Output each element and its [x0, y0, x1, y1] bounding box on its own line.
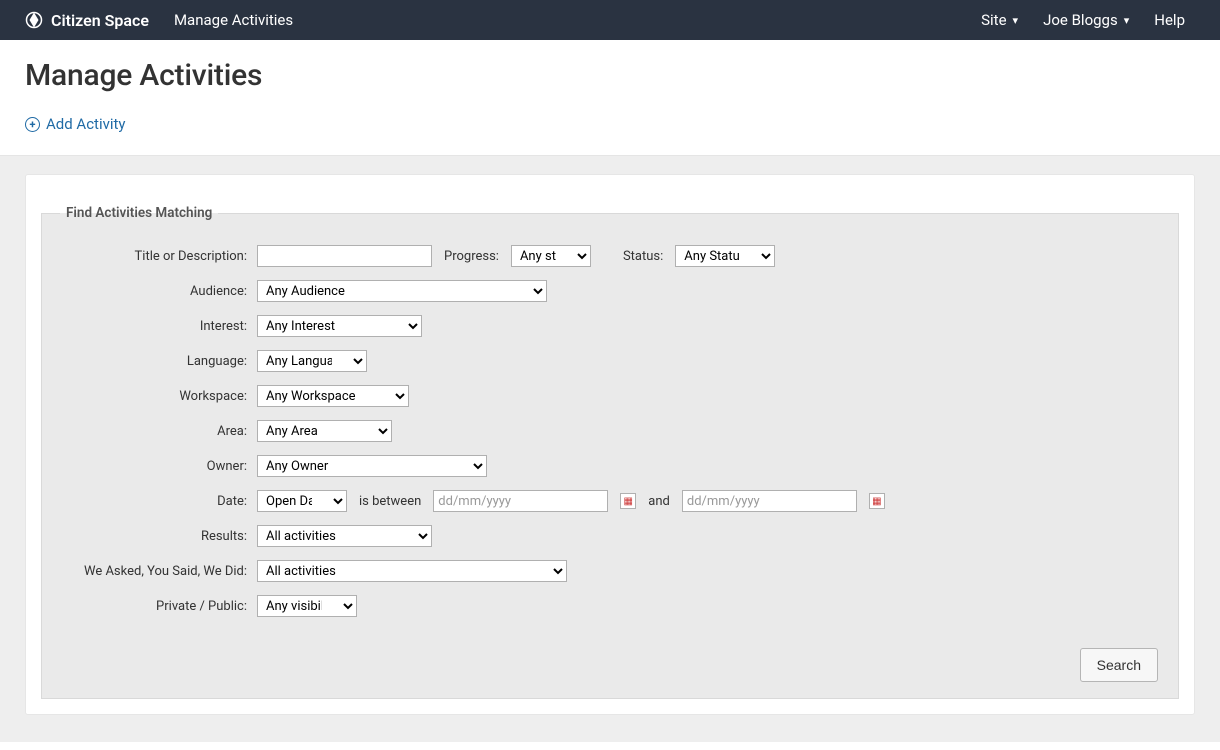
brand-link[interactable]: Citizen Space: [25, 11, 149, 30]
title-description-input[interactable]: [257, 245, 432, 267]
calendar-icon[interactable]: ▦: [620, 493, 636, 509]
user-menu-label: Joe Bloggs: [1043, 11, 1118, 29]
nav-manage-activities[interactable]: Manage Activities: [174, 11, 293, 29]
topbar: Citizen Space Manage Activities Site ▾ J…: [0, 0, 1220, 40]
page-title: Manage Activities: [25, 58, 1195, 93]
label-status: Status:: [623, 249, 663, 264]
row-date: Date: Open Date is between ▦ and ▦: [62, 490, 1158, 512]
language-select[interactable]: Any Language: [257, 350, 367, 372]
label-progress: Progress:: [444, 249, 499, 264]
date-from-input[interactable]: [433, 490, 608, 512]
filter-legend: Find Activities Matching: [60, 205, 218, 221]
row-results: Results: All activities: [62, 525, 1158, 547]
label-weasked: We Asked, You Said, We Did:: [62, 564, 257, 579]
row-area: Area: Any Area: [62, 420, 1158, 442]
add-activity-label: Add Activity: [46, 115, 126, 133]
filter-fieldset: Find Activities Matching Title or Descri…: [41, 205, 1179, 699]
user-menu[interactable]: Joe Bloggs ▾: [1043, 11, 1129, 29]
status-select[interactable]: Any Status: [675, 245, 775, 267]
row-weasked: We Asked, You Said, We Did: All activiti…: [62, 560, 1158, 582]
visibility-select[interactable]: Any visibility: [257, 595, 357, 617]
site-menu-label: Site: [981, 11, 1006, 29]
topbar-right: Site ▾ Joe Bloggs ▾ Help: [981, 11, 1210, 29]
content: Find Activities Matching Title or Descri…: [0, 156, 1220, 742]
row-audience: Audience: Any Audience: [62, 280, 1158, 302]
filter-rows: Title or Description: Progress: Any stat…: [56, 233, 1164, 684]
filter-panel: Find Activities Matching Title or Descri…: [25, 174, 1195, 715]
calendar-icon[interactable]: ▦: [869, 493, 885, 509]
label-date-between: is between: [359, 494, 421, 509]
row-visibility: Private / Public: Any visibility: [62, 595, 1158, 617]
label-date: Date:: [62, 494, 257, 509]
results-select[interactable]: All activities: [257, 525, 432, 547]
plus-circle-icon: +: [25, 117, 40, 132]
owner-select[interactable]: Any Owner: [257, 455, 487, 477]
row-owner: Owner: Any Owner: [62, 455, 1158, 477]
label-workspace: Workspace:: [62, 389, 257, 404]
label-area: Area:: [62, 424, 257, 439]
date-kind-select[interactable]: Open Date: [257, 490, 347, 512]
label-results: Results:: [62, 529, 257, 544]
label-date-and: and: [648, 494, 670, 509]
chevron-down-icon: ▾: [1124, 15, 1130, 26]
row-title-desc: Title or Description: Progress: Any stat…: [62, 245, 1158, 267]
label-audience: Audience:: [62, 284, 257, 299]
label-interest: Interest:: [62, 319, 257, 334]
row-workspace: Workspace: Any Workspace: [62, 385, 1158, 407]
header-area: Manage Activities + Add Activity: [0, 40, 1220, 156]
row-language: Language: Any Language: [62, 350, 1158, 372]
help-link[interactable]: Help: [1154, 11, 1185, 29]
label-language: Language:: [62, 354, 257, 369]
brand-text: Citizen Space: [51, 11, 149, 30]
date-to-input[interactable]: [682, 490, 857, 512]
brand-icon: [25, 11, 43, 29]
site-menu[interactable]: Site ▾: [981, 11, 1018, 29]
topbar-left: Citizen Space Manage Activities: [25, 11, 293, 30]
search-row: Search: [62, 630, 1158, 682]
label-title-desc: Title or Description:: [62, 249, 257, 264]
interest-select[interactable]: Any Interest: [257, 315, 422, 337]
progress-select[interactable]: Any state: [511, 245, 591, 267]
row-interest: Interest: Any Interest: [62, 315, 1158, 337]
area-select[interactable]: Any Area: [257, 420, 392, 442]
weasked-select[interactable]: All activities: [257, 560, 567, 582]
audience-select[interactable]: Any Audience: [257, 280, 547, 302]
label-visibility: Private / Public:: [62, 599, 257, 614]
label-owner: Owner:: [62, 459, 257, 474]
chevron-down-icon: ▾: [1013, 15, 1019, 26]
add-activity-link[interactable]: + Add Activity: [25, 115, 126, 133]
search-button[interactable]: Search: [1080, 648, 1158, 682]
workspace-select[interactable]: Any Workspace: [257, 385, 409, 407]
